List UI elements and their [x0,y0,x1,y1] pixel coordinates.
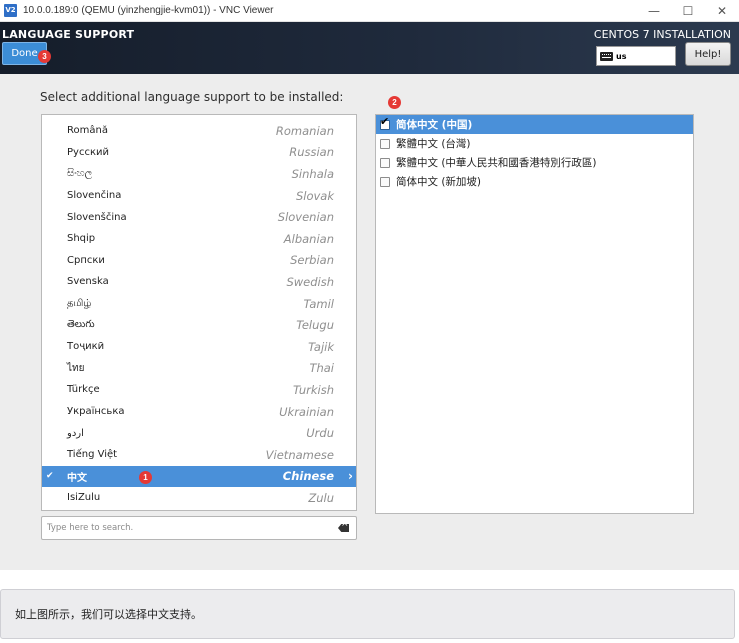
language-english-name: Vietnamese [265,447,334,462]
window-controls: — ☐ ✕ [637,0,739,22]
language-search-input[interactable] [47,523,317,533]
language-native-name: Slovenščina [67,211,127,223]
language-native-name: Українська [67,406,125,418]
language-english-name: Tajik [308,339,334,354]
language-english-name: Urdu [306,426,334,441]
language-row-serbian[interactable]: Српски Serbian [42,250,356,272]
language-row-tajik[interactable]: Тоҷикӣ Tajik [42,336,356,358]
language-english-name: Romanian [275,123,334,138]
locale-label: 繁體中文 (台灣) [396,138,471,150]
language-native-name: ไทย [67,362,85,374]
language-native-name: தமிழ் [67,297,92,309]
annotation-badge-2: 2 [388,96,401,109]
list-scroll-edge [356,115,357,510]
close-window-button[interactable]: ✕ [705,0,739,22]
locale-checkbox[interactable] [380,176,390,187]
language-native-name: اردو [67,427,84,439]
locale-row-zh-tw[interactable]: 繁體中文 (台灣) [376,134,693,153]
language-english-name: Swedish [286,274,334,289]
language-english-name: Telugu [296,318,334,333]
language-native-name: Shqip [67,233,96,245]
language-native-name: 中文 [67,472,87,484]
locale-label: 繁體中文 (中華人民共和國香港特別行政區) [396,157,597,169]
language-english-name: Slovenian [277,210,334,225]
language-prompt: Select additional language support to be… [40,90,344,104]
vnc-viewer-logo-icon: V2 [4,4,17,17]
maximize-button[interactable]: ☐ [671,0,705,22]
language-native-name: Русский [67,146,109,158]
window-title: 10.0.0.189:0 (QEMU (yinzhengjie-kvm01)) … [23,5,274,16]
language-english-name: Albanian [283,231,334,246]
chevron-right-icon: › [348,469,353,484]
locale-row-zh-sg[interactable]: 简体中文 (新加坡) [376,172,693,191]
installer-header: LANGUAGE SUPPORT Done CENTOS 7 INSTALLAT… [0,22,739,74]
language-native-name: Slovenčina [67,190,122,202]
language-english-name: Chinese [282,469,334,484]
keyboard-layout-code: us [616,51,627,61]
language-native-name: Svenska [67,276,109,288]
language-row-urdu[interactable]: اردو Urdu [42,422,356,444]
product-title: CENTOS 7 INSTALLATION [593,28,731,41]
locale-list[interactable]: ✔ 简体中文 (中国) 繁體中文 (台灣) 繁體中文 (中華人民共和國香港特別行… [375,114,694,514]
language-native-name: తెలుగు [67,319,95,331]
locale-label: 简体中文 (新加坡) [396,176,482,188]
locale-row-zh-cn[interactable]: ✔ 简体中文 (中国) [376,115,693,134]
locale-checkbox[interactable] [380,157,390,168]
language-list[interactable]: Română Romanian Русский Russian සිංහල Si… [41,114,357,511]
language-row-slovak[interactable]: Slovenčina Slovak [42,185,356,207]
language-row-tamil[interactable]: தமிழ் Tamil [42,293,356,315]
language-native-name: සිංහල [67,168,93,180]
locale-row-zh-hk[interactable]: 繁體中文 (中華人民共和國香港特別行政區) [376,153,693,172]
language-row-thai[interactable]: ไทย Thai [42,358,356,380]
language-support-panel: Select additional language support to be… [0,74,739,570]
language-row-zulu[interactable]: IsiZulu Zulu [42,487,356,509]
language-native-name: Türkçe [67,384,100,396]
language-native-name: IsiZulu [67,492,101,504]
language-row-albanian[interactable]: Shqip Albanian [42,228,356,250]
vnc-window-titlebar: V2 10.0.0.189:0 (QEMU (yinzhengjie-kvm01… [0,0,739,22]
caption-text: 如上图所示，我们可以选择中文支持。 [0,589,735,639]
minimize-button[interactable]: — [637,0,671,22]
language-row-romanian[interactable]: Română Romanian [42,120,356,142]
language-row-sinhala[interactable]: සිංහල Sinhala [42,163,356,185]
language-english-name: Sinhala [291,166,334,181]
language-row-telugu[interactable]: తెలుగు Telugu [42,314,356,336]
language-search-box[interactable] [41,516,357,540]
annotation-badge-1: 1 [139,471,152,484]
language-native-name: Română [67,125,108,137]
language-row-ukrainian[interactable]: Українська Ukrainian [42,401,356,423]
language-english-name: Turkish [292,382,334,397]
locale-checkbox[interactable]: ✔ [380,116,390,130]
checkmark-icon: ✔ [380,114,390,128]
locale-label: 简体中文 (中国) [396,119,473,131]
language-english-name: Russian [289,145,334,160]
page-title: LANGUAGE SUPPORT [2,28,135,41]
annotation-badge-3: 3 [38,50,51,63]
language-row-swedish[interactable]: Svenska Swedish [42,271,356,293]
language-row-chinese[interactable]: ✔ 中文 Chinese › [42,465,356,488]
language-row-vietnamese[interactable]: Tiếng Việt Vietnamese [42,444,356,466]
selected-check-icon: ✔ [46,471,54,482]
language-native-name: Тоҷикӣ [67,341,105,353]
language-row-russian[interactable]: Русский Russian [42,142,356,164]
language-english-name: Ukrainian [279,404,334,419]
language-row-slovenian[interactable]: Slovenščina Slovenian [42,206,356,228]
language-native-name: Tiếng Việt [67,449,118,461]
language-english-name: Tamil [303,296,334,311]
language-english-name: Slovak [295,188,334,203]
locale-checkbox[interactable] [380,138,390,149]
keyboard-layout-indicator[interactable]: us [596,46,676,66]
keyboard-icon [600,51,613,61]
language-english-name: Thai [309,361,334,376]
language-native-name: Српски [67,254,105,266]
language-english-name: Zulu [308,490,334,505]
clear-search-icon[interactable] [338,524,349,532]
language-row-turkish[interactable]: Türkçe Turkish [42,379,356,401]
language-english-name: Serbian [290,253,334,268]
help-button[interactable]: Help! [685,42,731,66]
